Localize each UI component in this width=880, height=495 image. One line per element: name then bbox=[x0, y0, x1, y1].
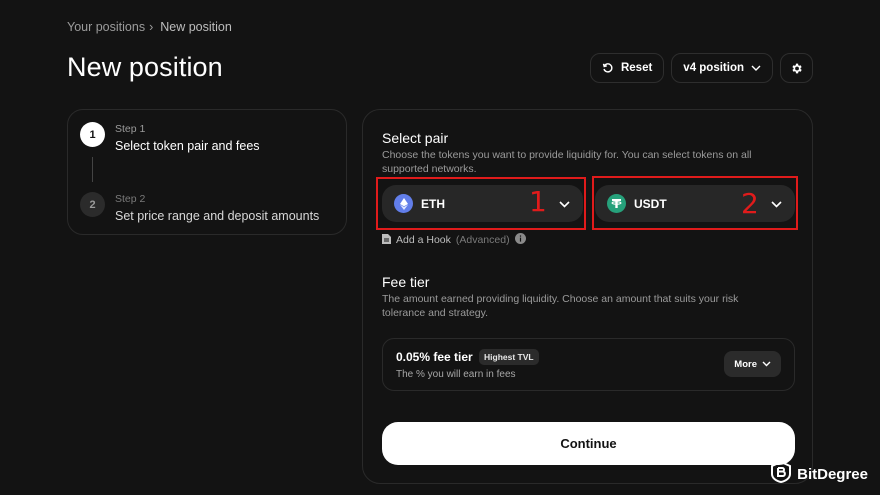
reset-button[interactable]: Reset bbox=[589, 53, 665, 83]
gear-icon bbox=[790, 62, 803, 75]
step-2-label: Set price range and deposit amounts bbox=[115, 209, 320, 223]
reset-label: Reset bbox=[620, 62, 653, 74]
fee-tier-sub: The % you will earn in fees bbox=[396, 369, 516, 380]
add-hook-label: Add a Hook bbox=[396, 234, 451, 246]
continue-button[interactable]: Continue bbox=[382, 422, 795, 465]
top-actions: Reset v4 position bbox=[589, 53, 813, 83]
new-position-form: Select pair Choose the tokens you want t… bbox=[362, 109, 813, 484]
settings-button[interactable] bbox=[780, 53, 813, 83]
more-fee-tiers-button[interactable]: More bbox=[724, 351, 781, 377]
select-pair-title: Select pair bbox=[382, 130, 449, 146]
breadcrumb-your-positions[interactable]: Your positions bbox=[67, 20, 145, 34]
page-title: New position bbox=[67, 52, 223, 82]
step-connector bbox=[92, 157, 93, 182]
fee-tier-selected: 0.05% fee tier bbox=[396, 350, 473, 364]
chevron-down-icon bbox=[751, 65, 761, 71]
step-2-number: 2 bbox=[80, 192, 105, 217]
position-version-dropdown[interactable]: v4 position bbox=[671, 53, 773, 83]
fee-tier-option[interactable]: 0.05% fee tier Highest TVL The % you wil… bbox=[382, 338, 795, 391]
bitdegree-logo-icon bbox=[771, 460, 792, 487]
breadcrumb: Your positions › New position bbox=[67, 20, 232, 34]
add-hook-row[interactable]: Add a Hook (Advanced) bbox=[382, 233, 526, 247]
step-1-number: 1 bbox=[80, 122, 105, 147]
fee-tier-description: The amount earned providing liquidity. C… bbox=[382, 293, 739, 319]
step-1-caption: Step 1 bbox=[115, 123, 146, 135]
chevron-down-icon bbox=[762, 359, 771, 370]
breadcrumb-separator: › bbox=[149, 20, 154, 34]
annotation-number-1: 1 bbox=[529, 185, 547, 218]
reset-icon bbox=[602, 62, 614, 74]
select-pair-description: Choose the tokens you want to provide li… bbox=[382, 149, 752, 175]
position-version-label: v4 position bbox=[683, 62, 744, 74]
more-label: More bbox=[734, 358, 757, 370]
annotation-box-2 bbox=[592, 176, 798, 230]
breadcrumb-current: New position bbox=[160, 20, 232, 34]
info-icon[interactable] bbox=[514, 233, 526, 247]
watermark-text: BitDegree bbox=[797, 465, 868, 483]
step-1[interactable]: 1 Step 1 Select token pair and fees bbox=[80, 122, 260, 153]
add-hook-advanced: (Advanced) bbox=[455, 234, 510, 246]
step-2[interactable]: 2 Step 2 Set price range and deposit amo… bbox=[80, 192, 319, 223]
annotation-number-2: 2 bbox=[741, 187, 759, 220]
step-2-caption: Step 2 bbox=[115, 193, 146, 205]
step-1-label: Select token pair and fees bbox=[115, 139, 260, 153]
annotation-box-1 bbox=[376, 177, 586, 230]
document-icon bbox=[382, 233, 391, 247]
fee-tier-badge: Highest TVL bbox=[479, 349, 539, 365]
bitdegree-watermark: BitDegree bbox=[771, 460, 868, 487]
fee-tier-title: Fee tier bbox=[382, 274, 430, 290]
steps-panel: 1 Step 1 Select token pair and fees 2 St… bbox=[67, 109, 347, 235]
